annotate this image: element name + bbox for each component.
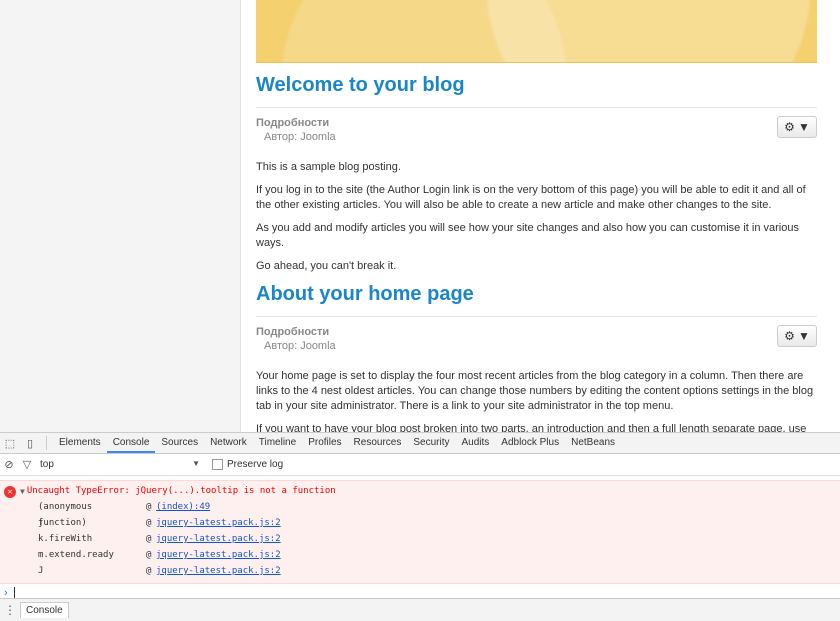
- console-error-message: ✕ ▼ Uncaught TypeError: jQuery(...).tool…: [0, 480, 840, 584]
- caret-down-icon: ▼: [797, 329, 810, 343]
- stack-function: k.fireWith: [38, 534, 93, 544]
- stack-function: j: [38, 518, 44, 528]
- tab-network[interactable]: Network: [204, 433, 253, 453]
- devtools-drawer: ⋮ Console: [0, 598, 840, 621]
- at-sign: @: [146, 502, 152, 512]
- tab-console[interactable]: Console: [106, 433, 156, 453]
- tab-timeline[interactable]: Timeline: [253, 433, 302, 453]
- article-meta: Подробности Автор: Joomla ⚙ ▼: [256, 116, 817, 160]
- device-icon[interactable]: ▯: [20, 437, 40, 450]
- article-meta: Подробности Автор: Joomla ⚙ ▼: [256, 325, 817, 369]
- error-text: Uncaught TypeError: jQuery(...).tooltip …: [26, 486, 336, 496]
- tab-netbeans[interactable]: NetBeans: [565, 433, 621, 453]
- stack-frame: (anonymous function) @ (index):49: [0, 499, 840, 528]
- divider: [256, 316, 817, 317]
- article-tools-button[interactable]: ⚙ ▼: [777, 325, 817, 347]
- at-sign: @: [146, 566, 152, 576]
- article: Welcome to your blog Подробности Автор: …: [256, 73, 817, 274]
- expand-triangle-icon[interactable]: ▼: [20, 484, 25, 499]
- header-banner-image: [256, 0, 817, 63]
- stack-source-link[interactable]: jquery-latest.pack.js:2: [156, 563, 281, 579]
- article-paragraph: If you log in to the site (the Author Lo…: [256, 184, 806, 211]
- tab-audits[interactable]: Audits: [455, 433, 495, 453]
- stack-function: J: [38, 566, 44, 576]
- article-paragraph: If you want to have your blog post broke…: [256, 423, 807, 432]
- stack-source-link[interactable]: (index):49: [156, 499, 210, 515]
- filter-icon[interactable]: ▽: [18, 458, 36, 471]
- author-label: Автор: Joomla: [264, 131, 336, 143]
- main-content: Welcome to your blog Подробности Автор: …: [256, 0, 817, 432]
- at-sign: @: [146, 550, 152, 560]
- context-select[interactable]: top ▼: [36, 459, 200, 470]
- inspect-icon[interactable]: ⬚: [0, 437, 20, 450]
- stack-frame: J @ jquery-latest.pack.js:2: [0, 563, 840, 579]
- left-gutter: [0, 0, 241, 432]
- tab-security[interactable]: Security: [407, 433, 455, 453]
- at-sign: @: [146, 518, 152, 528]
- stack-frame: m.extend.ready @ jquery-latest.pack.js:2: [0, 547, 840, 563]
- author-label: Автор: Joomla: [264, 340, 336, 352]
- console-toolbar: ⊘ ▽ top ▼ Preserve log: [0, 454, 840, 476]
- details-label: Подробности: [256, 117, 330, 129]
- divider: [46, 436, 47, 450]
- article-paragraph: As you add and modify articles you will …: [256, 222, 799, 249]
- context-value: top: [40, 459, 54, 470]
- stack-function: m.extend.ready: [38, 550, 114, 560]
- preserve-log-label: Preserve log: [227, 459, 284, 470]
- tab-elements[interactable]: Elements: [53, 433, 107, 453]
- preserve-log-checkbox[interactable]: [212, 459, 223, 470]
- article-paragraph: This is a sample blog posting.: [256, 161, 401, 173]
- devtools-panel: ⬚ ▯ Elements Console Sources Network Tim…: [0, 432, 840, 621]
- tab-sources[interactable]: Sources: [155, 433, 204, 453]
- article-paragraph: Go ahead, you can't break it.: [256, 260, 397, 272]
- article-title[interactable]: About your home page: [256, 282, 817, 306]
- menu-dots-icon[interactable]: ⋮: [0, 603, 20, 617]
- divider: [256, 107, 817, 108]
- caret-down-icon: ▼: [797, 120, 810, 134]
- article-paragraph: Your home page is set to display the fou…: [256, 370, 814, 412]
- stack-source-link[interactable]: jquery-latest.pack.js:2: [156, 547, 281, 563]
- stack-frame: k.fireWith @ jquery-latest.pack.js:2: [0, 531, 840, 547]
- tab-profiles[interactable]: Profiles: [302, 433, 347, 453]
- gear-icon: ⚙: [784, 120, 795, 134]
- stack-function: (anonymous function): [38, 502, 93, 528]
- stack-source-link[interactable]: jquery-latest.pack.js:2: [156, 515, 281, 531]
- drawer-tab-console[interactable]: Console: [20, 602, 69, 618]
- details-label: Подробности: [256, 326, 330, 338]
- clear-icon[interactable]: ⊘: [0, 458, 18, 471]
- gear-icon: ⚙: [784, 329, 795, 343]
- stack-source-link[interactable]: jquery-latest.pack.js:2: [156, 531, 281, 547]
- tab-resources[interactable]: Resources: [348, 433, 408, 453]
- error-icon: ✕: [4, 485, 16, 498]
- at-sign: @: [146, 534, 152, 544]
- tab-adblock-plus[interactable]: Adblock Plus: [495, 433, 565, 453]
- devtools-tabbar: ⬚ ▯ Elements Console Sources Network Tim…: [0, 433, 840, 454]
- article-tools-button[interactable]: ⚙ ▼: [777, 116, 817, 138]
- chevron-down-icon: ▼: [192, 459, 200, 468]
- article: About your home page Подробности Автор: …: [256, 282, 817, 432]
- error-line[interactable]: ✕ ▼ Uncaught TypeError: jQuery(...).tool…: [0, 484, 840, 499]
- article-title[interactable]: Welcome to your blog: [256, 73, 817, 97]
- stack-frame: j @ jquery-latest.pack.js:2: [0, 515, 840, 531]
